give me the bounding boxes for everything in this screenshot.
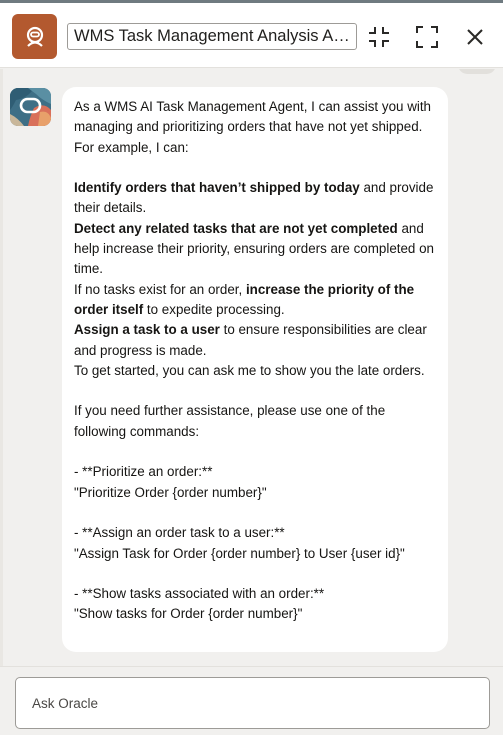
agent-message-bubble: As a WMS AI Task Management Agent, I can… bbox=[62, 87, 448, 652]
help-text: If you need further assistance, please u… bbox=[74, 403, 386, 439]
command-title: - **Assign an order task to a user:** bbox=[74, 525, 285, 541]
command-title: - **Show tasks associated with an order:… bbox=[74, 586, 325, 602]
collapse-button[interactable] bbox=[363, 21, 395, 53]
item-text: to expedite processing. bbox=[143, 301, 285, 317]
close-icon bbox=[467, 29, 483, 45]
command-example: "Assign Task for Order {order number} to… bbox=[74, 545, 405, 561]
agent-message-text: As a WMS AI Task Management Agent, I can… bbox=[74, 97, 436, 625]
item-text: If no tasks exist for an order, bbox=[74, 281, 246, 297]
command-title: - **Prioritize an order:** bbox=[74, 464, 213, 480]
get-started-text: To get started, you can ask me to show y… bbox=[74, 362, 425, 378]
ask-input-box[interactable] bbox=[15, 677, 490, 729]
capability-item: Assign a task to a user to ensure respon… bbox=[74, 320, 436, 361]
capability-item: Identify orders that haven’t shipped by … bbox=[74, 178, 436, 219]
intro-text: As a WMS AI Task Management Agent, I can… bbox=[74, 99, 432, 155]
panel-edge bbox=[0, 69, 3, 666]
bold-phrase: Identify orders that haven’t shipped by … bbox=[74, 180, 360, 196]
command-example: "Show tasks for Order {order number}" bbox=[74, 606, 303, 622]
close-button[interactable] bbox=[459, 21, 491, 53]
capability-item: If no tasks exist for an order, increase… bbox=[74, 280, 436, 321]
ask-oracle-input[interactable] bbox=[32, 678, 473, 728]
expand-icon bbox=[416, 26, 438, 48]
collapse-icon bbox=[369, 27, 389, 47]
chat-footer bbox=[0, 666, 503, 735]
expand-button[interactable] bbox=[411, 21, 443, 53]
agent-title-field[interactable]: WMS Task Management Analysis Agent bbox=[67, 23, 357, 50]
bold-phrase: Detect any related tasks that are not ye… bbox=[74, 220, 398, 236]
chat-transcript[interactable]: As a WMS AI Task Management Agent, I can… bbox=[0, 69, 503, 666]
bold-phrase: Assign a task to a user bbox=[74, 322, 220, 338]
capability-item: Detect any related tasks that are not ye… bbox=[74, 219, 436, 280]
command-example: "Prioritize Order {order number}" bbox=[74, 484, 267, 500]
chat-header: WMS Task Management Analysis Agent bbox=[0, 3, 503, 68]
previous-message-bubble bbox=[458, 69, 496, 74]
oracle-agent-icon bbox=[10, 88, 51, 126]
robot-icon bbox=[12, 14, 57, 59]
agent-title: WMS Task Management Analysis Agent bbox=[74, 27, 350, 45]
